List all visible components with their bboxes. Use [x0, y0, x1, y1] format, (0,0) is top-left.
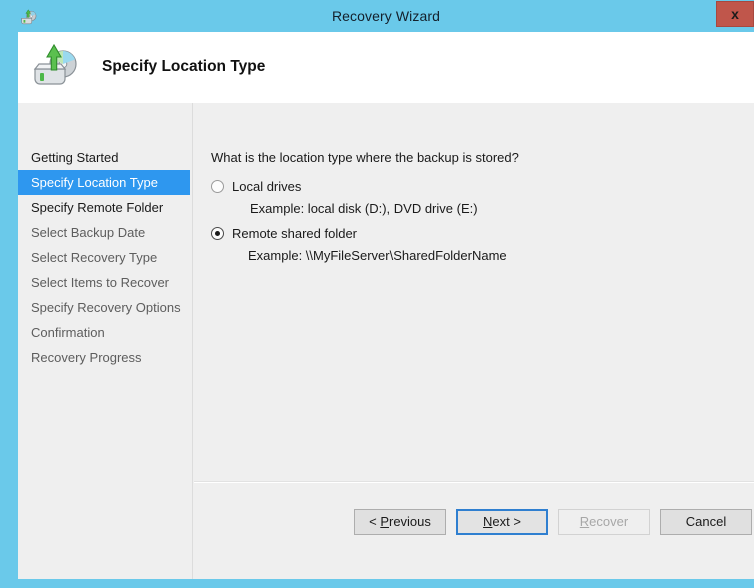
sidebar-item-recovery-progress: Recovery Progress — [18, 345, 193, 370]
sidebar-item-confirmation: Confirmation — [18, 320, 193, 345]
wizard-header: Specify Location Type — [18, 32, 754, 103]
sidebar-item-select-items-to-recover: Select Items to Recover — [18, 270, 193, 295]
sidebar-item-select-backup-date: Select Backup Date — [18, 220, 193, 245]
radio-label-local-drives: Local drives — [232, 179, 301, 194]
radio-option-local-drives[interactable]: Local drives — [211, 179, 301, 194]
title-bar: Recovery Wizard x — [9, 0, 754, 32]
radio-checked-icon[interactable] — [211, 227, 224, 240]
client-area: Specify Location Type Getting Started Sp… — [18, 32, 754, 579]
sidebar-item-specify-recovery-options: Specify Recovery Options — [18, 295, 193, 320]
sidebar-item-select-recovery-type: Select Recovery Type — [18, 245, 193, 270]
next-button[interactable]: Next > — [456, 509, 548, 535]
radio-option-remote-shared-folder[interactable]: Remote shared folder — [211, 226, 357, 241]
radio-unchecked-icon[interactable] — [211, 180, 224, 193]
sidebar-item-getting-started[interactable]: Getting Started — [18, 145, 193, 170]
previous-button[interactable]: < Previous — [354, 509, 446, 535]
radio-label-remote-shared-folder: Remote shared folder — [232, 226, 357, 241]
sidebar-item-specify-location-type[interactable]: Specify Location Type — [18, 170, 190, 195]
wizard-step-sidebar: Getting Started Specify Location Type Sp… — [18, 103, 193, 579]
cancel-button[interactable]: Cancel — [660, 509, 752, 535]
recover-button: Recover — [558, 509, 650, 535]
example-local-drives: Example: local disk (D:), DVD drive (E:) — [250, 201, 478, 216]
recovery-disk-icon — [27, 40, 87, 95]
example-remote-shared-folder: Example: \\MyFileServer\SharedFolderName — [248, 248, 507, 263]
sidebar-item-specify-remote-folder[interactable]: Specify Remote Folder — [18, 195, 193, 220]
question-label: What is the location type where the back… — [211, 150, 519, 165]
step-list: Getting Started Specify Location Type Sp… — [18, 145, 193, 370]
close-icon[interactable]: x — [716, 1, 754, 27]
page-title: Specify Location Type — [102, 58, 265, 76]
recovery-wizard-window: Recovery Wizard x Specify Location Type … — [0, 0, 754, 588]
window-title: Recovery Wizard — [9, 0, 754, 32]
footer-button-bar: < Previous Next > Recover Cancel — [194, 483, 754, 579]
